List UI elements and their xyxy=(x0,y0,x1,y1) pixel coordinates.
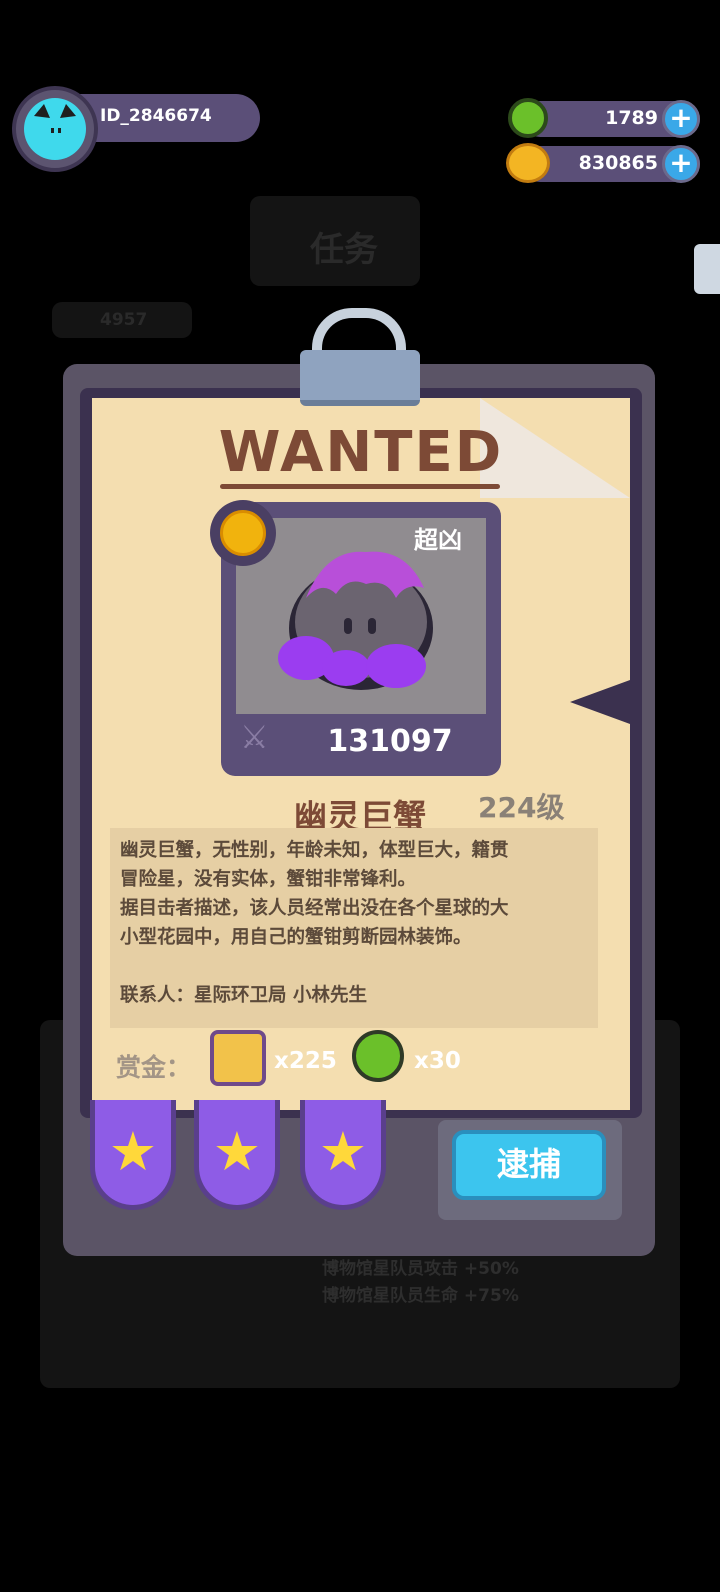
currency-value-2: 830865 xyxy=(578,152,658,174)
background-bonus-line-1: 博物馆星队员攻击 +50% xyxy=(322,1259,519,1279)
arrest-button[interactable]: 逮捕 xyxy=(452,1130,606,1200)
star-tab-3: ★ xyxy=(300,1100,386,1210)
green-donut-icon xyxy=(352,1030,404,1082)
star-icon: ★ xyxy=(318,1120,368,1183)
reward-label: 赏金： xyxy=(116,1053,192,1082)
star-icon: ★ xyxy=(212,1120,262,1183)
monster-description: 幽灵巨蟹，无性别，年龄未知，体型巨大，籍贯 冒险星，没有实体，蟹钳非常锋利。 据… xyxy=(120,840,509,1006)
wanted-heading: WANTED xyxy=(218,420,504,485)
monster-level: 224级 xyxy=(478,791,565,824)
star-tab-1: ★ xyxy=(90,1100,176,1210)
hexagon-badge-icon xyxy=(220,510,266,556)
background-counter: 4957 xyxy=(100,310,148,330)
yellow-block-icon xyxy=(210,1030,266,1086)
background-bonus-line-2: 博物馆星队员生命 +75% xyxy=(322,1286,519,1306)
background-title: 任务 xyxy=(310,230,378,270)
currency-value-1: 1789 xyxy=(605,107,658,129)
cat-face-icon xyxy=(34,104,76,133)
avatar[interactable] xyxy=(24,98,86,160)
green-donut-icon xyxy=(508,98,548,138)
share-icon[interactable] xyxy=(694,244,720,294)
gold-planet-icon xyxy=(506,143,550,183)
add-currency-1-button[interactable]: + xyxy=(662,100,700,138)
binder-clip xyxy=(300,350,420,406)
player-id: ID_2846674 xyxy=(100,106,212,126)
reward-qty-1: x225 xyxy=(274,1048,337,1074)
sword-icon: ⚔ xyxy=(240,718,269,756)
star-tab-2: ★ xyxy=(194,1100,280,1210)
rarity-label: 超凶 xyxy=(414,526,462,554)
star-icon: ★ xyxy=(108,1120,158,1183)
add-currency-2-button[interactable]: + xyxy=(662,145,700,183)
combat-power: 131097 xyxy=(327,724,453,759)
reward-qty-2: x30 xyxy=(414,1048,461,1074)
heading-underline xyxy=(220,484,500,489)
